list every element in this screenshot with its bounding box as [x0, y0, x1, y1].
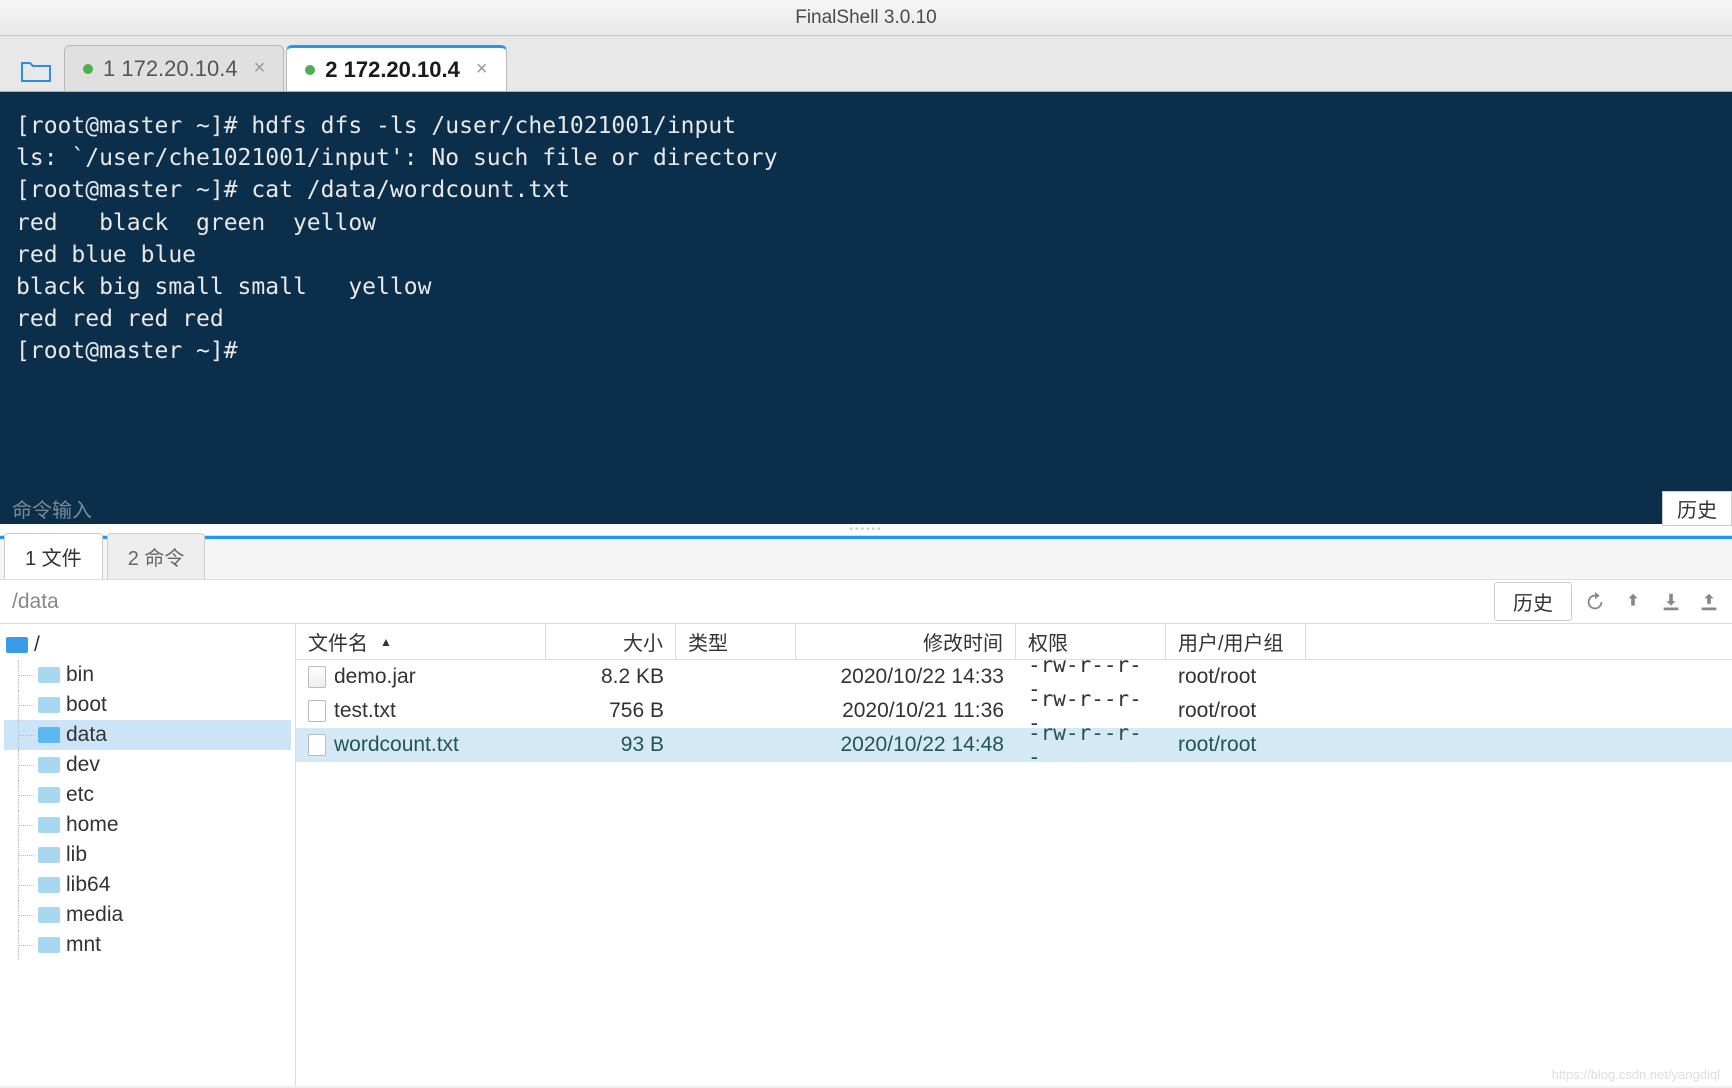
header-date[interactable]: 修改时间	[796, 624, 1016, 659]
file-browser: / binbootdatadevetchomeliblib64mediamnt …	[0, 624, 1732, 1086]
command-input[interactable]: 命令输入	[0, 494, 1662, 523]
tree-item[interactable]: home	[4, 810, 291, 840]
file-name: wordcount.txt	[334, 733, 459, 757]
header-name[interactable]: 文件名▲	[296, 624, 546, 659]
header-type[interactable]: 类型	[676, 624, 796, 659]
status-dot-icon	[83, 64, 93, 74]
folder-icon	[38, 817, 60, 833]
tree-label: boot	[66, 693, 107, 717]
tab-label: 1 172.20.10.4	[103, 56, 238, 82]
tree-item[interactable]: media	[4, 900, 291, 930]
file-name: test.txt	[334, 699, 396, 723]
upload-icon[interactable]	[1618, 587, 1648, 617]
pane-resizer[interactable]: ••••••	[0, 524, 1732, 536]
path-input[interactable]	[8, 586, 1486, 618]
refresh-icon[interactable]	[1580, 587, 1610, 617]
tree-item[interactable]: boot	[4, 690, 291, 720]
tree-item[interactable]: lib	[4, 840, 291, 870]
folder-icon	[6, 637, 28, 653]
session-tab-2[interactable]: 2 172.20.10.4 ×	[286, 45, 506, 91]
file-date: 2020/10/21 11:36	[796, 699, 1016, 723]
folder-icon	[38, 937, 60, 953]
path-history-button[interactable]: 历史	[1494, 582, 1572, 621]
folder-icon	[38, 667, 60, 683]
file-icon	[308, 700, 326, 722]
tree-label: home	[66, 813, 119, 837]
file-name: demo.jar	[334, 665, 416, 689]
open-folder-button[interactable]	[8, 51, 64, 91]
window-titlebar: FinalShell 3.0.10	[0, 0, 1732, 36]
download-icon[interactable]	[1656, 587, 1686, 617]
terminal-output[interactable]: [root@master ~]# hdfs dfs -ls /user/che1…	[0, 92, 1732, 492]
table-row[interactable]: wordcount.txt93 B2020/10/22 14:48-rw-r--…	[296, 728, 1732, 762]
upload-folder-icon[interactable]	[1694, 587, 1724, 617]
folder-icon	[38, 907, 60, 923]
table-row[interactable]: demo.jar8.2 KB2020/10/22 14:33-rw-r--r--…	[296, 660, 1732, 694]
tree-item[interactable]: dev	[4, 750, 291, 780]
window-title: FinalShell 3.0.10	[795, 7, 937, 29]
tree-label: media	[66, 903, 123, 927]
history-button[interactable]: 历史	[1662, 491, 1732, 526]
tree-label: data	[66, 723, 107, 747]
bottom-tabbar: 1 文件 2 命令	[0, 536, 1732, 580]
tree-item[interactable]: data	[4, 720, 291, 750]
file-user: root/root	[1166, 665, 1306, 689]
tree-label: dev	[66, 753, 100, 777]
tab-label: 2 172.20.10.4	[325, 57, 460, 83]
tree-item[interactable]: etc	[4, 780, 291, 810]
tree-label: etc	[66, 783, 94, 807]
status-dot-icon	[305, 65, 315, 75]
file-list-header: 文件名▲ 大小 类型 修改时间 权限 用户/用户组	[296, 624, 1732, 660]
file-size: 93 B	[546, 733, 676, 757]
tab-files[interactable]: 1 文件	[4, 533, 103, 579]
tree-item[interactable]: lib64	[4, 870, 291, 900]
table-row[interactable]: test.txt756 B2020/10/21 11:36-rw-r--r--r…	[296, 694, 1732, 728]
session-tabbar: 1 172.20.10.4 × 2 172.20.10.4 ×	[0, 36, 1732, 92]
tree-label: lib	[66, 843, 87, 867]
tree-item[interactable]: mnt	[4, 930, 291, 960]
tree-label: lib64	[66, 873, 110, 897]
path-toolbar: 历史	[0, 580, 1732, 624]
session-tab-1[interactable]: 1 172.20.10.4 ×	[64, 45, 284, 91]
file-icon	[308, 734, 326, 756]
folder-icon	[38, 697, 60, 713]
file-perm: -rw-r--r--	[1016, 721, 1166, 769]
tree-root[interactable]: /	[4, 630, 291, 660]
folder-icon	[38, 847, 60, 863]
file-user: root/root	[1166, 733, 1306, 757]
file-list: 文件名▲ 大小 类型 修改时间 权限 用户/用户组 demo.jar 8.2 KB…	[296, 624, 1732, 1086]
file-date: 2020/10/22 14:33	[796, 665, 1016, 689]
file-icon	[308, 666, 326, 688]
folder-icon	[38, 787, 60, 803]
tab-commands[interactable]: 2 命令	[107, 533, 206, 579]
tree-label: mnt	[66, 933, 101, 957]
command-input-bar: 命令输入 历史	[0, 492, 1732, 524]
close-icon[interactable]: ×	[254, 57, 266, 80]
file-date: 2020/10/22 14:48	[796, 733, 1016, 757]
tree-label: bin	[66, 663, 94, 687]
header-size[interactable]: 大小	[546, 624, 676, 659]
folder-icon	[38, 877, 60, 893]
directory-tree[interactable]: / bin boot data dev etc home lib lib64 media mnt	[0, 624, 296, 1086]
sort-asc-icon: ▲	[380, 635, 392, 649]
header-user[interactable]: 用户/用户组	[1166, 624, 1306, 659]
file-size: 756 B	[546, 699, 676, 723]
folder-icon	[38, 757, 60, 773]
tree-item[interactable]: bin	[4, 660, 291, 690]
watermark: https://blog.csdn.net/yangdiql	[1552, 1067, 1720, 1082]
file-user: root/root	[1166, 699, 1306, 723]
file-size: 8.2 KB	[546, 665, 676, 689]
folder-icon	[38, 727, 60, 743]
close-icon[interactable]: ×	[476, 58, 488, 81]
tree-label: /	[34, 633, 40, 657]
